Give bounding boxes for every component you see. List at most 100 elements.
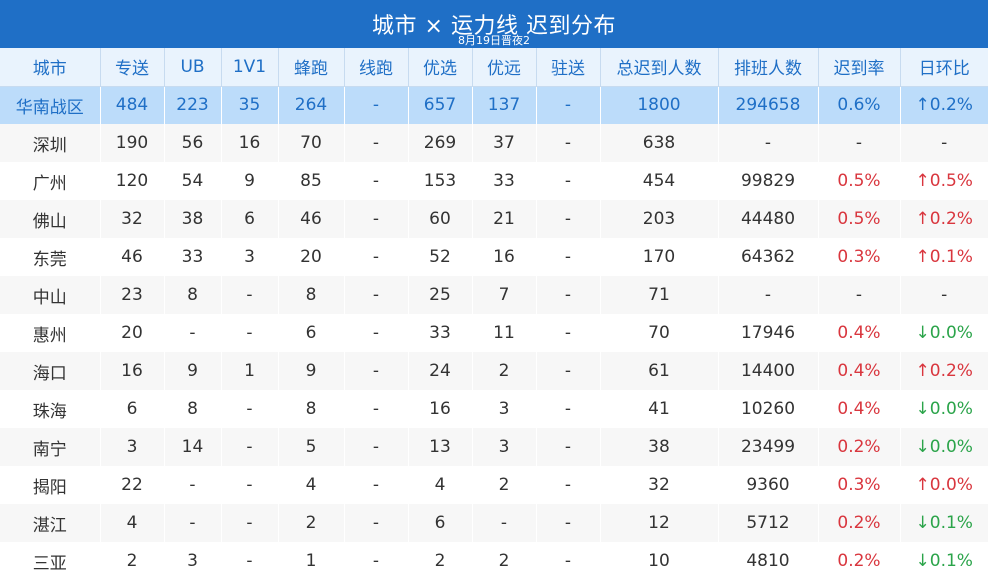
summary-cell: 223 xyxy=(164,86,222,124)
table-cell: 38 xyxy=(600,428,719,466)
header-zhusong: 驻送 xyxy=(536,48,601,87)
table-cell: 7 xyxy=(472,276,537,314)
summary-cell: 华南战区 xyxy=(0,86,101,124)
table-cell: 8 xyxy=(278,390,345,428)
table-cell: 9 xyxy=(164,352,222,390)
table-cell: 52 xyxy=(408,238,473,276)
header-youyuan: 优远 xyxy=(472,48,537,87)
summary-cell: 1800 xyxy=(600,86,719,124)
table-cell: 46 xyxy=(278,200,345,238)
table-cell: 0.4% xyxy=(818,390,901,428)
table-row: 湛江 4- -2-6- -12 5712 0.2% ↓0.1% xyxy=(0,504,988,542)
table-cell: 4 xyxy=(100,504,165,542)
header-total-late: 总迟到人数 xyxy=(600,48,719,87)
table-cell: 33 xyxy=(408,314,473,352)
table-cell: 16 xyxy=(472,238,537,276)
table-cell: ↑0.2% xyxy=(900,200,988,238)
table-cell: - xyxy=(818,124,901,162)
table-cell: 32 xyxy=(600,466,719,504)
table-cell: 0.5% xyxy=(818,162,901,200)
table-cell: 61 xyxy=(600,352,719,390)
table-cell: ↑0.0% xyxy=(900,466,988,504)
table-cell: 珠海 xyxy=(0,390,101,428)
table-cell: - xyxy=(900,124,988,162)
table-cell: - xyxy=(344,124,409,162)
table-cell: 2 xyxy=(472,542,537,580)
table-cell: 85 xyxy=(278,162,345,200)
table-cell: - xyxy=(536,200,601,238)
table-cell: 揭阳 xyxy=(0,466,101,504)
table-cell: 深圳 xyxy=(0,124,101,162)
table-cell: 16 xyxy=(221,124,279,162)
table-cell: 6 xyxy=(278,314,345,352)
table-cell: ↓0.1% xyxy=(900,504,988,542)
table-cell: - xyxy=(536,124,601,162)
summary-cell: 0.6% xyxy=(818,86,901,124)
table-cell: 0.4% xyxy=(818,314,901,352)
table-cell: 44480 xyxy=(718,200,819,238)
table-cell: 0.2% xyxy=(818,504,901,542)
table-cell: - xyxy=(536,352,601,390)
table-cell: 惠州 xyxy=(0,314,101,352)
table-row: 揭阳 22- -4-4 2-32 9360 0.3% ↑0.0% xyxy=(0,466,988,504)
table-cell: 2 xyxy=(278,504,345,542)
table-cell: 120 xyxy=(100,162,165,200)
table-cell: 64362 xyxy=(718,238,819,276)
table-cell: 25 xyxy=(408,276,473,314)
table-cell: 22 xyxy=(100,466,165,504)
table-cell: 1 xyxy=(221,352,279,390)
table-cell: - xyxy=(536,276,601,314)
table-cell: 5 xyxy=(278,428,345,466)
table-cell: 14400 xyxy=(718,352,819,390)
table-cell: 20 xyxy=(100,314,165,352)
lateness-table: 城市 专送 UB 1V1 蜂跑 线跑 优选 优远 驻送 总迟到人数 排班人数 迟… xyxy=(0,48,988,580)
table-cell: 638 xyxy=(600,124,719,162)
table-cell: 70 xyxy=(278,124,345,162)
table-cell: 38 xyxy=(164,200,222,238)
table-cell: 广州 xyxy=(0,162,101,200)
table-cell: 170 xyxy=(600,238,719,276)
table-cell: - xyxy=(164,504,222,542)
table-cell: 190 xyxy=(100,124,165,162)
table-cell: - xyxy=(344,200,409,238)
table-cell: 24 xyxy=(408,352,473,390)
table-cell: 10 xyxy=(600,542,719,580)
summary-cell: 294658 xyxy=(718,86,819,124)
table-row: 中山 23 8-8-25 7-71- - - xyxy=(0,276,988,314)
summary-cell: 35 xyxy=(221,86,279,124)
table-cell: 71 xyxy=(600,276,719,314)
table-cell: - xyxy=(718,276,819,314)
table-cell: - xyxy=(344,504,409,542)
table-row: 珠海 6 8-8-16 3-41 10260 0.4% ↓0.0% xyxy=(0,390,988,428)
table-cell: ↑0.2% xyxy=(900,352,988,390)
table-cell: - xyxy=(221,428,279,466)
table-cell: 14 xyxy=(164,428,222,466)
table-cell: 6 xyxy=(100,390,165,428)
table-cell: 中山 xyxy=(0,276,101,314)
table-cell: 东莞 xyxy=(0,238,101,276)
header-ub: UB xyxy=(164,48,222,87)
table-cell: 13 xyxy=(408,428,473,466)
table-cell: - xyxy=(344,390,409,428)
table-cell: - xyxy=(536,390,601,428)
summary-cell: 484 xyxy=(100,86,165,124)
table-cell: 153 xyxy=(408,162,473,200)
table-cell: 3 xyxy=(100,428,165,466)
table-cell: - xyxy=(536,542,601,580)
table-row: 南宁 3 14-5-13 3-38 23499 0.2% ↓0.0% xyxy=(0,428,988,466)
table-cell: - xyxy=(718,124,819,162)
table-cell: 2 xyxy=(100,542,165,580)
table-cell: - xyxy=(164,314,222,352)
header-scheduled: 排班人数 xyxy=(718,48,819,87)
table-cell: - xyxy=(221,314,279,352)
table-cell: 32 xyxy=(100,200,165,238)
table-cell: 10260 xyxy=(718,390,819,428)
table-cell: 6 xyxy=(221,200,279,238)
table-cell: - xyxy=(900,276,988,314)
table-cell: - xyxy=(536,428,601,466)
table-cell: ↓0.0% xyxy=(900,428,988,466)
table-cell: 3 xyxy=(221,238,279,276)
table-cell: ↓0.0% xyxy=(900,390,988,428)
table-cell: - xyxy=(472,504,537,542)
table-cell: 9360 xyxy=(718,466,819,504)
